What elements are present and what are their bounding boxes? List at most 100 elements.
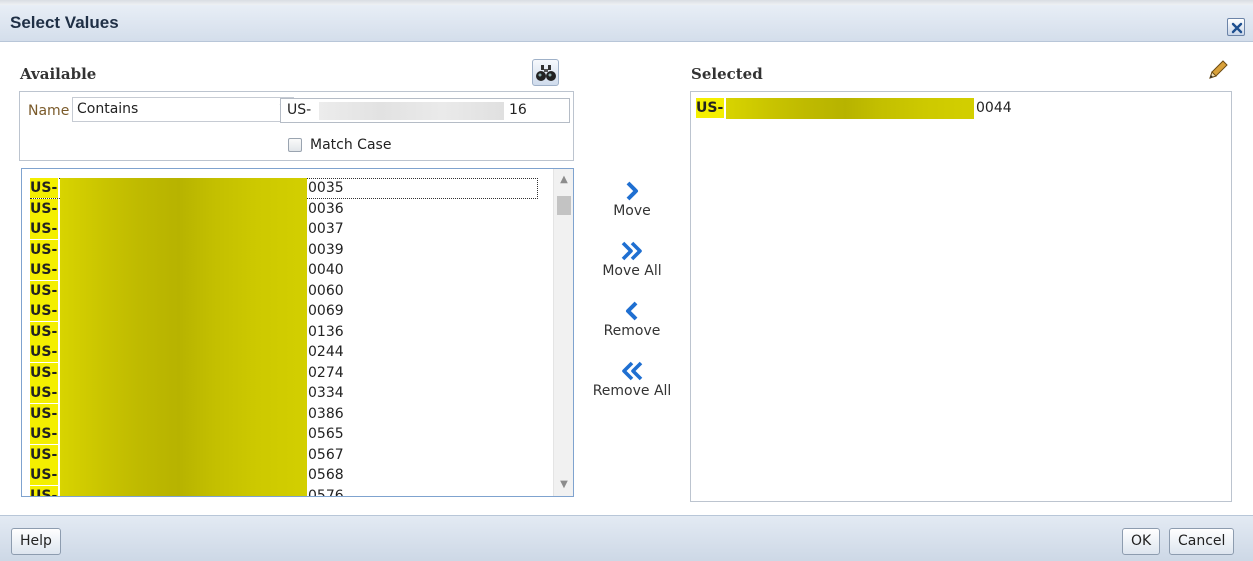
filter-value-prefix: US-	[287, 102, 312, 118]
redacted-text	[60, 362, 307, 383]
list-item-suffix: 0334	[308, 385, 344, 401]
list-item-suffix: 0244	[308, 344, 344, 360]
help-button[interactable]: Help	[11, 528, 61, 555]
list-item[interactable]: US- 0060	[30, 280, 540, 301]
move-all-label: Move All	[602, 263, 662, 279]
double-chevron-left-icon	[622, 361, 643, 381]
selected-list[interactable]: US- 0044	[690, 91, 1232, 502]
scroll-up-icon[interactable]: ▲	[554, 171, 573, 189]
list-item-prefix: US-	[30, 280, 59, 301]
dialog-title: Select Values	[10, 13, 119, 32]
list-item-suffix: 0386	[308, 405, 344, 422]
list-item-prefix: US-	[30, 301, 59, 321]
search-button[interactable]	[532, 59, 559, 86]
redacted-text	[60, 342, 307, 363]
operator-value: Contains	[77, 101, 139, 117]
list-item[interactable]: US- 0036	[30, 198, 540, 219]
list-item-suffix: 0035	[308, 180, 344, 196]
redacted-text	[60, 280, 307, 301]
name-filter-label: Name	[28, 103, 70, 119]
cancel-button[interactable]: Cancel	[1169, 528, 1235, 555]
chevron-right-icon	[626, 181, 638, 201]
redacted-text	[60, 403, 307, 424]
list-item-suffix: 0069	[308, 303, 344, 319]
redacted-text	[726, 98, 974, 119]
list-item-suffix: 0060	[308, 282, 344, 299]
list-item-suffix: 0040	[308, 262, 344, 278]
redacted-text	[60, 424, 307, 445]
list-item-prefix: US-	[30, 260, 59, 280]
list-item[interactable]: US- 0576	[30, 485, 540, 497]
available-list-scrollbar[interactable]: ▲ ▼	[553, 169, 573, 496]
operator-select[interactable]: Contains ▼	[72, 97, 294, 122]
chevron-left-icon	[626, 301, 638, 321]
selected-label: Selected	[691, 65, 763, 83]
list-item-prefix: US-	[30, 383, 59, 403]
scroll-down-icon[interactable]: ▼	[554, 476, 573, 494]
filter-value-suffix: 16	[509, 102, 527, 118]
redacted-text	[60, 444, 307, 465]
list-item[interactable]: US- 0037	[30, 219, 540, 240]
list-item-prefix: US-	[30, 403, 59, 424]
match-case-checkbox[interactable]	[288, 138, 302, 152]
remove-button[interactable]: Remove	[586, 300, 678, 339]
list-item-suffix: 0576	[308, 487, 344, 497]
list-item-suffix: 0274	[308, 364, 344, 381]
move-button[interactable]: Move	[586, 180, 678, 219]
list-item-prefix: US-	[30, 219, 59, 239]
move-all-button[interactable]: Move All	[586, 240, 678, 279]
close-button[interactable]	[1227, 18, 1245, 36]
list-item[interactable]: US- 0386	[30, 403, 540, 424]
redacted-text	[60, 465, 307, 486]
remove-label: Remove	[603, 323, 661, 339]
scroll-thumb[interactable]	[557, 196, 571, 215]
available-filter-panel: Name Contains ▼ US- 16 Match Case	[19, 91, 574, 161]
list-item[interactable]: US- 0136	[30, 321, 540, 342]
list-item[interactable]: US- 0567	[30, 444, 540, 465]
list-item-suffix: 0567	[308, 446, 344, 463]
list-item[interactable]: US- 0274	[30, 362, 540, 383]
remove-all-label: Remove All	[592, 383, 672, 399]
list-item-suffix: 0037	[308, 221, 344, 237]
list-item-prefix: US-	[30, 321, 59, 342]
list-item-suffix: 0044	[976, 100, 1012, 116]
available-list-rows: US- 0035 US- 0036 US- 0037 US- 0039 US- 0040 US- 00…	[30, 178, 540, 497]
list-item-prefix: US-	[30, 444, 59, 465]
list-item[interactable]: US- 0568	[30, 465, 540, 486]
redacted-text	[60, 239, 307, 260]
dialog-footer: Help OK Cancel	[0, 515, 1253, 561]
list-item-prefix: US-	[30, 198, 59, 219]
redacted-text	[60, 219, 307, 240]
available-list[interactable]: US- 0035 US- 0036 US- 0037 US- 0039 US- 0040 US- 00…	[21, 168, 574, 497]
redacted-text	[60, 383, 307, 404]
list-item-prefix: US-	[30, 239, 59, 260]
list-item[interactable]: US- 0565	[30, 424, 540, 445]
list-item-prefix: US-	[30, 424, 59, 444]
double-chevron-right-icon	[621, 241, 642, 261]
list-item-suffix: 0039	[308, 241, 344, 258]
redacted-text	[60, 198, 307, 219]
list-item-suffix: 0568	[308, 467, 344, 483]
remove-all-button[interactable]: Remove All	[586, 360, 678, 399]
list-item-suffix: 0036	[308, 200, 344, 217]
ok-button[interactable]: OK	[1122, 528, 1161, 555]
list-item-prefix: US-	[30, 178, 59, 198]
dialog-titlebar: Select Values	[0, 5, 1253, 42]
list-item[interactable]: US- 0040	[30, 260, 540, 281]
list-item[interactable]: US- 0244	[30, 342, 540, 363]
redacted-text	[60, 321, 307, 342]
filter-value-input[interactable]: US- 16	[280, 98, 570, 123]
redacted-text	[60, 301, 307, 322]
list-item[interactable]: US- 0039	[30, 239, 540, 260]
list-item[interactable]: US- 0035	[30, 178, 538, 199]
list-item-prefix: US-	[696, 98, 725, 118]
pencil-icon[interactable]	[1206, 58, 1230, 82]
list-item[interactable]: US- 0044	[696, 98, 1096, 119]
list-item[interactable]: US- 0334	[30, 383, 540, 404]
list-item[interactable]: US- 0069	[30, 301, 540, 322]
redacted-text	[60, 485, 307, 496]
list-item-suffix: 0565	[308, 426, 344, 442]
redacted-text	[60, 178, 307, 199]
list-item-prefix: US-	[30, 465, 59, 485]
list-item-prefix: US-	[30, 362, 59, 383]
